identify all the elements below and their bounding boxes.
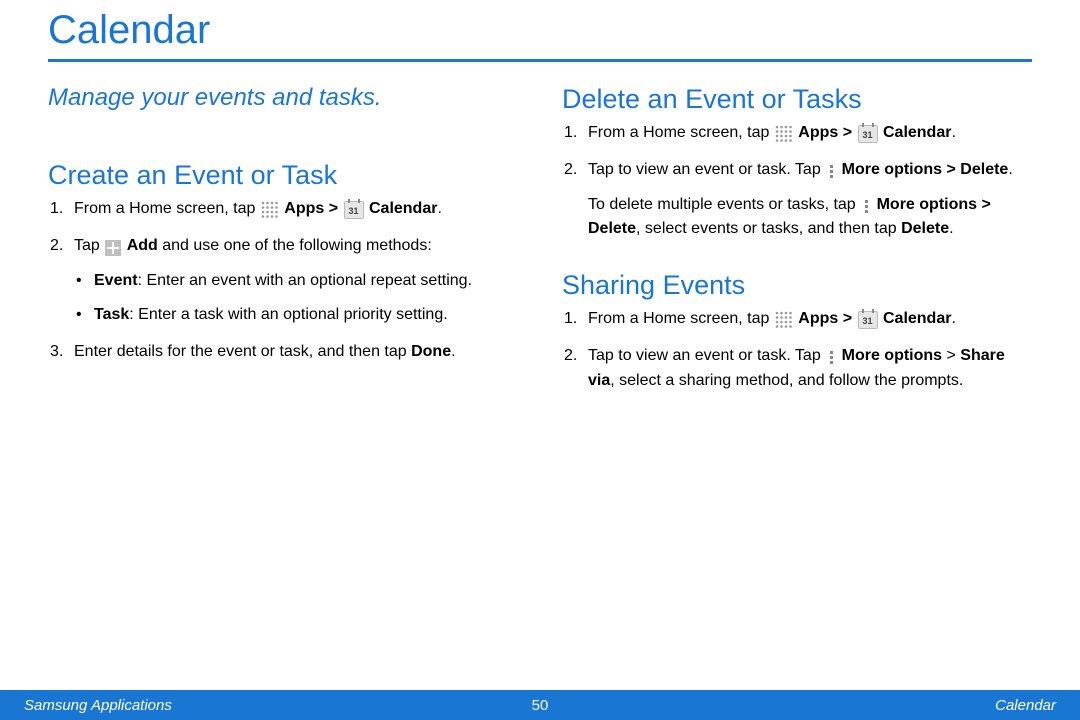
calendar-icon: 31 [344, 201, 364, 219]
gt: > [942, 347, 960, 364]
bullet-item: Task: Enter a task with an optional prio… [74, 303, 518, 328]
step-item: From a Home screen, tap Apps > 31 Cale [48, 197, 518, 222]
steps-delete: From a Home screen, tap Apps > 31 Cale [562, 121, 1032, 242]
period: . [1008, 161, 1012, 178]
step-text: From a Home screen, tap [74, 200, 260, 217]
step-subtext: To delete multiple events or tasks, tap … [588, 193, 1032, 243]
footer-left: Samsung Applications [24, 697, 172, 714]
section-create: Create an Event or Task From a Home scre… [48, 160, 518, 365]
apps-grid-icon [775, 125, 793, 143]
heading-delete: Delete an Event or Tasks [562, 84, 1032, 115]
steps-share: From a Home screen, tap Apps > 31 Cale [562, 307, 1032, 393]
vertical-dots-icon [826, 349, 836, 367]
period: . [951, 310, 955, 327]
right-column: Delete an Event or Tasks From a Home scr… [562, 84, 1032, 422]
footer-right: Calendar [995, 697, 1056, 714]
para-text: , select events or tasks, and then tap [636, 220, 901, 237]
bullet-list: Event: Enter an event with an optional r… [74, 269, 518, 329]
footer-bar: Samsung Applications 50 Calendar [0, 690, 1080, 720]
period: . [437, 200, 441, 217]
calendar-icon: 31 [858, 125, 878, 143]
period: . [951, 124, 955, 141]
step-item: Enter details for the event or task, and… [48, 340, 518, 365]
content-columns: Manage your events and tasks. Create an … [48, 84, 1032, 422]
step-item: Tap to view an event or task. Tap More o… [562, 158, 1032, 242]
heading-create: Create an Event or Task [48, 160, 518, 191]
more-options-label: More options [842, 347, 942, 364]
step-item: Tap Add and use one of the following met… [48, 234, 518, 328]
page-body: Calendar Manage your events and tasks. C… [0, 0, 1080, 422]
section-delete: Delete an Event or Tasks From a Home scr… [562, 84, 1032, 242]
step-text: Enter details for the event or task, and… [74, 343, 411, 360]
gt: > [324, 200, 342, 217]
vertical-dots-icon [826, 163, 836, 181]
step-item: Tap to view an event or task. Tap More o… [562, 344, 1032, 394]
delete-label: Delete [901, 220, 949, 237]
step-text: From a Home screen, tap [588, 310, 774, 327]
calendar-label: Calendar [883, 310, 951, 327]
bullet-text: : Enter an event with an optional repeat… [138, 272, 472, 289]
add-label: Add [127, 237, 158, 254]
bullet-text: : Enter a task with an optional priority… [129, 306, 447, 323]
title-rule [48, 59, 1032, 62]
heading-share: Sharing Events [562, 270, 1032, 301]
apps-label: Apps [798, 310, 838, 327]
step-text: Tap [74, 237, 104, 254]
page-subtitle: Manage your events and tasks. [48, 84, 518, 112]
left-column: Manage your events and tasks. Create an … [48, 84, 518, 422]
gt: > [838, 310, 856, 327]
step-item: From a Home screen, tap Apps > 31 Cale [562, 121, 1032, 146]
step-text: and use one of the following methods: [158, 237, 432, 254]
period: . [451, 343, 455, 360]
bullet-bold: Task [94, 306, 129, 323]
apps-label: Apps [798, 124, 838, 141]
step-text: From a Home screen, tap [588, 124, 774, 141]
calendar-label: Calendar [883, 124, 951, 141]
footer-page-number: 50 [532, 697, 549, 714]
bullet-item: Event: Enter an event with an optional r… [74, 269, 518, 294]
calendar-icon: 31 [858, 311, 878, 329]
apps-grid-icon [261, 201, 279, 219]
steps-create: From a Home screen, tap Apps > 31 Cale [48, 197, 518, 365]
gt: > [838, 124, 856, 141]
section-share: Sharing Events From a Home screen, tap [562, 270, 1032, 393]
step-text: Tap to view an event or task. Tap [588, 161, 825, 178]
apps-label: Apps [284, 200, 324, 217]
para-text: To delete multiple events or tasks, tap [588, 196, 860, 213]
period: . [949, 220, 953, 237]
page-title: Calendar [48, 8, 1032, 59]
step-text: , select a sharing method, and follow th… [610, 372, 963, 389]
step-text: Tap to view an event or task. Tap [588, 347, 825, 364]
calendar-label: Calendar [369, 200, 437, 217]
plus-icon [105, 240, 121, 256]
done-label: Done [411, 343, 451, 360]
vertical-dots-icon [861, 198, 871, 216]
bullet-bold: Event [94, 272, 138, 289]
more-options-label: More options > Delete [842, 161, 1009, 178]
step-item: From a Home screen, tap Apps > 31 Cale [562, 307, 1032, 332]
apps-grid-icon [775, 311, 793, 329]
